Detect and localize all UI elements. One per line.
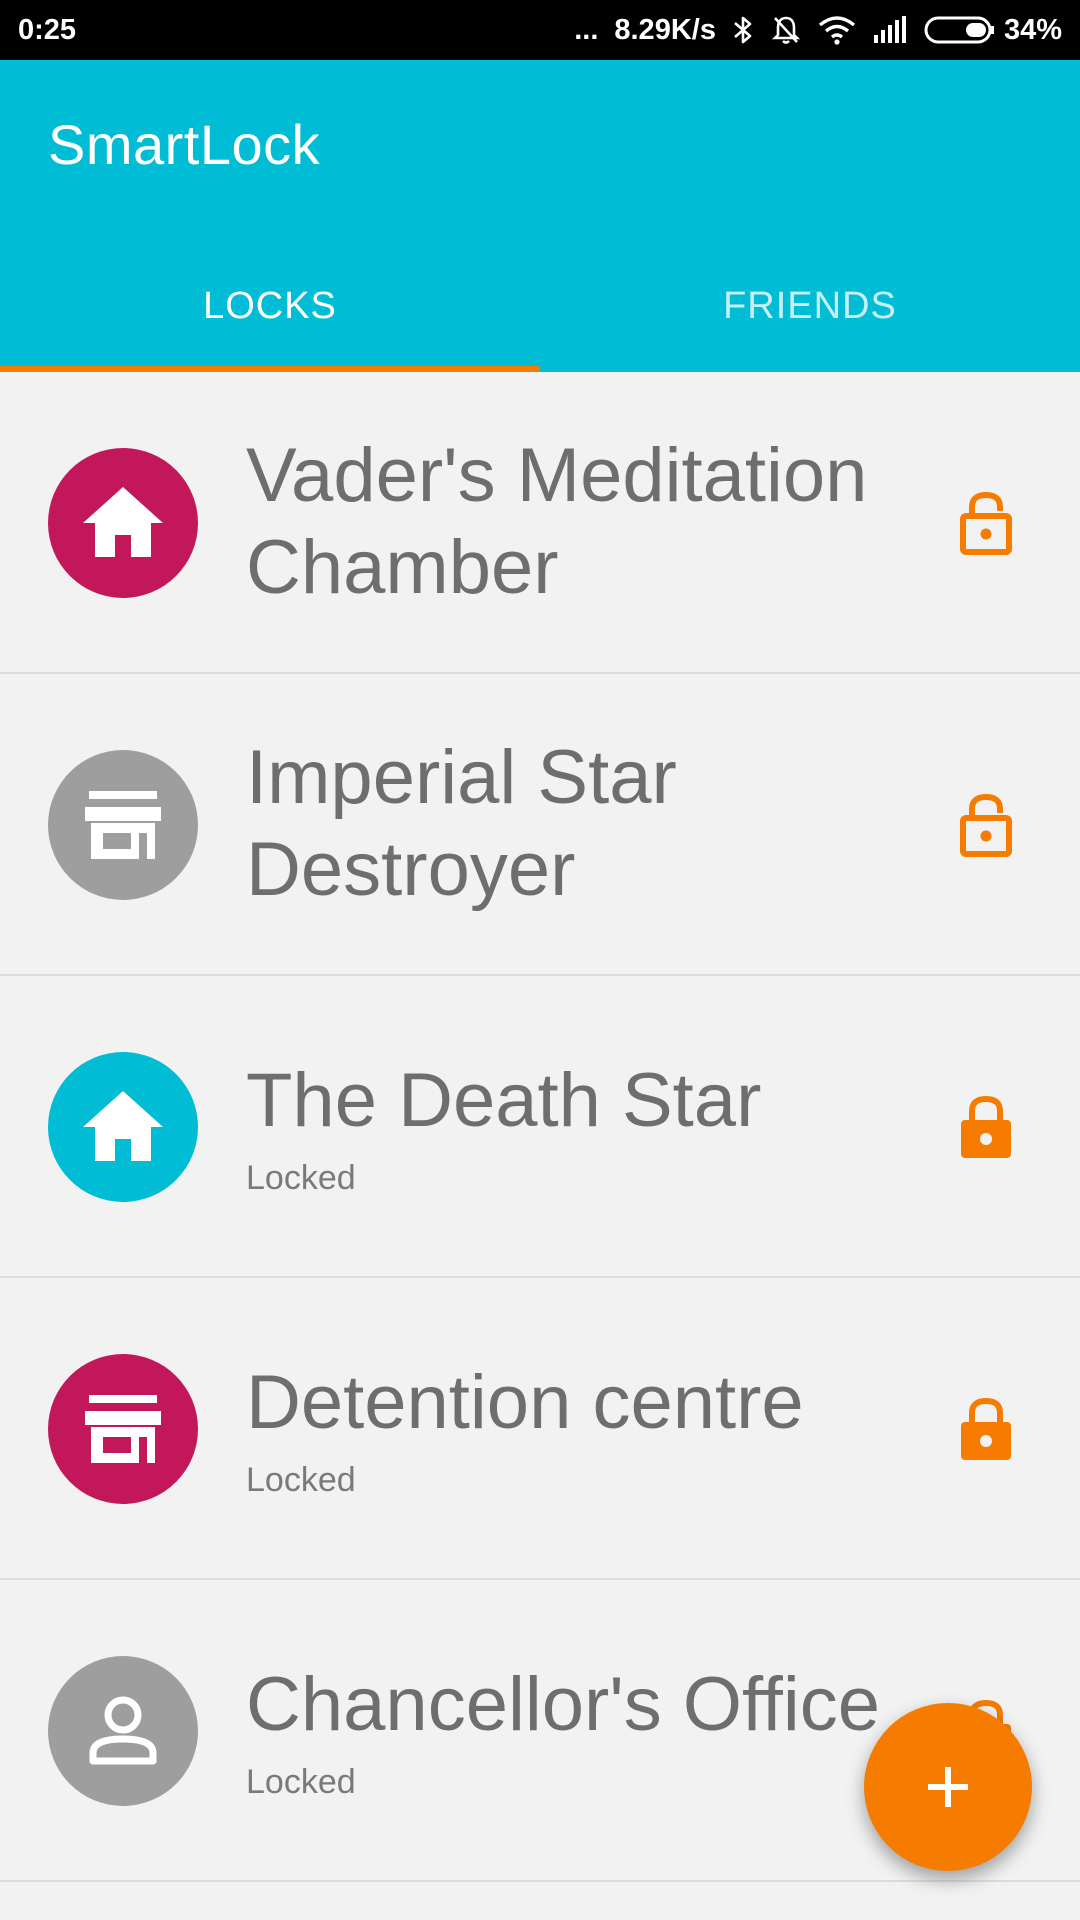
locked-padlock-icon[interactable] [948, 1089, 1024, 1165]
app-bar: SmartLock LOCKS FRIENDS [0, 60, 1080, 372]
lock-name: Imperial Star Destroyer [246, 735, 677, 912]
lock-list-item[interactable]: The Death Star Locked [0, 976, 1080, 1278]
battery-icon [924, 16, 994, 44]
store-icon [48, 750, 198, 900]
lock-name: Vader's Meditation Chamber [246, 433, 868, 610]
app-title: SmartLock [48, 113, 321, 176]
mute-bell-icon [770, 14, 802, 46]
network-speed: 8.29K/s [614, 13, 716, 46]
status-icons: ... 8.29K/s 34% [574, 14, 1062, 47]
lock-status: Locked [246, 1460, 356, 1499]
locked-padlock-icon[interactable] [948, 1391, 1024, 1467]
lock-text: Chancellor's Office Locked [246, 1580, 926, 1880]
tab-friends[interactable]: FRIENDS [540, 240, 1080, 372]
signal-icon [872, 15, 908, 45]
lock-list-item[interactable]: Imperial Star Destroyer [0, 674, 1080, 976]
home-icon [48, 1052, 198, 1202]
home-icon [48, 448, 198, 598]
lock-list-item[interactable]: Vader's Meditation Chamber [0, 372, 1080, 674]
lock-name: Chancellor's Office [246, 1661, 881, 1747]
lock-name: The Death Star [246, 1057, 762, 1143]
store-icon [48, 1354, 198, 1504]
lock-text: Imperial Star Destroyer [246, 674, 926, 974]
lock-name: Detention centre [246, 1359, 804, 1445]
battery: 34% [924, 14, 1062, 47]
person-icon [48, 1656, 198, 1806]
status-time: 0:25 [18, 13, 77, 46]
wifi-icon [818, 15, 856, 45]
locks-list: Vader's Meditation Chamber Imperial Star … [0, 372, 1080, 1882]
tab-bar: LOCKS FRIENDS [0, 240, 1080, 372]
add-lock-button[interactable] [864, 1703, 1032, 1871]
lock-status: Locked [246, 1762, 356, 1801]
bluetooth-icon [732, 14, 754, 46]
lock-status: Locked [246, 1158, 356, 1197]
lock-text: Detention centre Locked [246, 1278, 926, 1578]
tab-locks[interactable]: LOCKS [0, 240, 540, 372]
battery-percent: 34% [1003, 13, 1062, 46]
lock-list-item[interactable]: Detention centre Locked [0, 1278, 1080, 1580]
more-notifications-indicator: ... [574, 13, 599, 46]
status-bar: 0:25 ... 8.29K/s 34% [0, 0, 1080, 60]
plus-icon [928, 1767, 968, 1807]
unlocked-padlock-icon[interactable] [948, 485, 1024, 561]
unlocked-padlock-icon[interactable] [948, 787, 1024, 863]
lock-text: Vader's Meditation Chamber [246, 372, 926, 672]
lock-text: The Death Star Locked [246, 976, 926, 1276]
